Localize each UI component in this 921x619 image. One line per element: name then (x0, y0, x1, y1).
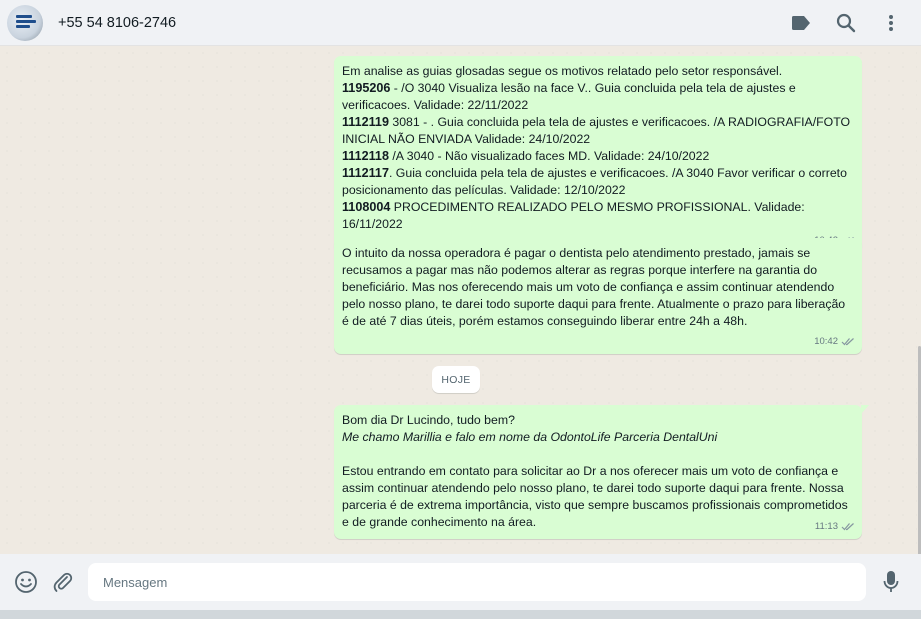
message-text: O intuito da nossa operadora é pagar o d… (342, 246, 849, 328)
search-icon[interactable] (834, 11, 858, 35)
contact-name[interactable]: +55 54 8106-2746 (58, 15, 176, 31)
chat-header: +55 54 8106-2746 (0, 0, 921, 46)
message-meta: 10:42 (814, 333, 855, 350)
message-time: 10:42 (814, 336, 838, 347)
tag-icon[interactable] (789, 11, 813, 35)
message-input[interactable] (88, 563, 866, 601)
message-line: 1112118 /A 3040 - Não visualizado faces … (342, 149, 710, 163)
message-line: 1108004 PROCEDIMENTO REALIZADO PELO MESM… (342, 200, 809, 231)
date-separator: HOJE (432, 366, 480, 393)
more-vert-icon[interactable] (879, 11, 903, 35)
bubble-tail (861, 405, 869, 414)
message-body: Estou entrando em contato para solicitar… (342, 464, 852, 529)
outgoing-message[interactable]: Bom dia Dr Lucindo, tudo bem? Me chamo M… (334, 405, 869, 539)
message-line: 1195206 - /O 3040 Visualiza lesão na fac… (342, 81, 800, 112)
message-greeting: Bom dia Dr Lucindo, tudo bem? (342, 413, 515, 427)
outgoing-message[interactable]: O intuito da nossa operadora é pagar o d… (334, 238, 862, 354)
mic-icon[interactable] (878, 569, 904, 595)
header-actions (768, 11, 903, 35)
message-line: 1112117. Guia concluida pela tela de aju… (342, 166, 851, 197)
outgoing-message[interactable]: Em analise as guias glosadas segue os mo… (334, 56, 862, 253)
chat-scrollbar[interactable] (917, 46, 921, 586)
contact-avatar[interactable] (7, 4, 43, 41)
emoji-icon[interactable] (13, 569, 39, 595)
double-check-icon (841, 338, 854, 346)
message-line: 1112119 3081 - . Guia concluida pela tel… (342, 115, 854, 146)
message-line: Em analise as guias glosadas segue os mo… (342, 64, 783, 78)
attach-icon[interactable] (50, 569, 76, 595)
window-bottom-edge (0, 610, 921, 619)
composer (0, 554, 921, 610)
message-meta: 11:13 (815, 518, 855, 535)
message-intro: Me chamo Marillia e falo em nome da Odon… (342, 430, 718, 444)
message-time: 11:13 (814, 521, 838, 532)
double-check-icon (841, 523, 854, 531)
chat-area[interactable]: Em analise as guias glosadas segue os mo… (0, 46, 917, 554)
